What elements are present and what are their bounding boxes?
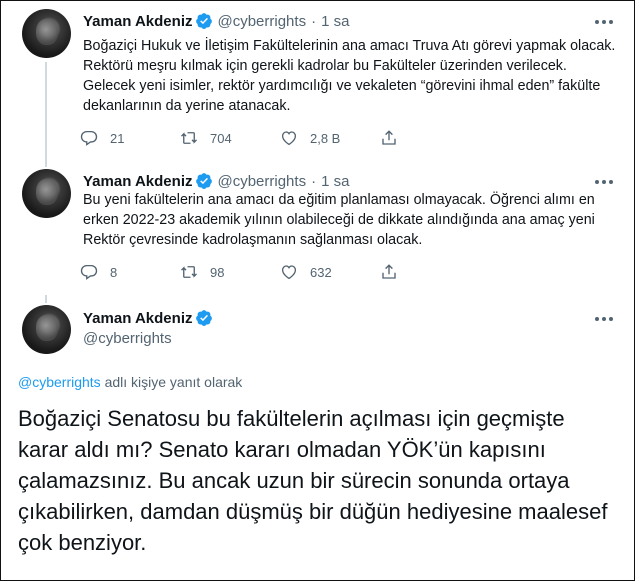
reply-to-suffix: adlı kişiye yanıt olarak (100, 374, 243, 390)
like-count: 2,8 B (310, 130, 341, 146)
tweet-actions: 21 704 2,8 B (80, 129, 410, 147)
separator: · (311, 12, 317, 30)
like-button[interactable]: 2,8 B (280, 129, 380, 147)
verified-badge-icon (196, 13, 213, 29)
retweet-count: 98 (210, 264, 225, 280)
tweet-header: Yaman Akdeniz @cyberrights (83, 309, 217, 347)
tweet-header: Yaman Akdeniz @cyberrights · 1 sa (83, 12, 349, 30)
tweet-text: Bu yeni fakültelerin ana amacı da eğitim… (83, 192, 595, 248)
avatar[interactable] (22, 169, 71, 218)
author-name[interactable]: Yaman Akdeniz (83, 173, 192, 190)
more-icon[interactable] (595, 20, 613, 24)
more-icon[interactable] (595, 317, 613, 321)
reply-to-link[interactable]: @cyberrights (18, 374, 101, 390)
reply-button[interactable]: 21 (80, 129, 180, 147)
tweet-header: Yaman Akdeniz @cyberrights · 1 sa (83, 172, 349, 190)
thread-line (45, 295, 47, 303)
focused-tweet: Yaman Akdeniz @cyberrights @cyberrights … (0, 295, 635, 581)
author-handle[interactable]: @cyberrights (217, 173, 306, 190)
like-count: 632 (310, 264, 332, 280)
timestamp[interactable]: 1 sa (321, 173, 349, 190)
separator: · (311, 172, 317, 190)
author-handle[interactable]: @cyberrights (217, 13, 306, 30)
author-name[interactable]: Yaman Akdeniz (83, 310, 192, 327)
thread-line (45, 160, 47, 167)
retweet-icon (181, 132, 197, 144)
share-button[interactable] (380, 129, 410, 147)
tweet-text: Boğaziçi Hukuk ve İletişim Fakültelerini… (83, 38, 616, 114)
verified-badge-icon (196, 310, 213, 326)
avatar[interactable] (22, 9, 71, 58)
reply-context: @cyberrights adlı kişiye yanıt olarak (18, 374, 242, 390)
reply-button[interactable]: 8 (80, 263, 180, 281)
retweet-button[interactable]: 704 (180, 129, 280, 147)
author-name[interactable]: Yaman Akdeniz (83, 13, 192, 30)
share-icon (382, 130, 396, 145)
reply-count: 21 (110, 130, 125, 146)
more-icon[interactable] (595, 180, 613, 184)
tweet[interactable]: Yaman Akdeniz @cyberrights · 1 sa Boğazi… (0, 0, 635, 160)
retweet-count: 704 (210, 130, 232, 146)
reply-count: 8 (110, 264, 118, 280)
tweet-text: Boğaziçi Senatosu bu fakültelerin açılma… (18, 406, 608, 555)
timestamp[interactable]: 1 sa (321, 13, 349, 30)
verified-badge-icon (196, 173, 213, 189)
tweet-actions: 8 98 632 (80, 263, 410, 281)
retweet-button[interactable]: 98 (180, 263, 280, 281)
heart-icon (281, 131, 297, 146)
reply-icon (80, 130, 98, 146)
reply-icon (80, 264, 98, 280)
retweet-icon (181, 266, 197, 278)
thread-line (45, 62, 47, 160)
share-button[interactable] (380, 263, 410, 281)
share-icon (382, 264, 396, 279)
like-button[interactable]: 632 (280, 263, 380, 281)
author-handle[interactable]: @cyberrights (83, 330, 217, 347)
tweet[interactable]: Yaman Akdeniz @cyberrights · 1 sa Bu yen… (0, 160, 635, 295)
heart-icon (281, 265, 297, 280)
avatar[interactable] (22, 305, 71, 354)
